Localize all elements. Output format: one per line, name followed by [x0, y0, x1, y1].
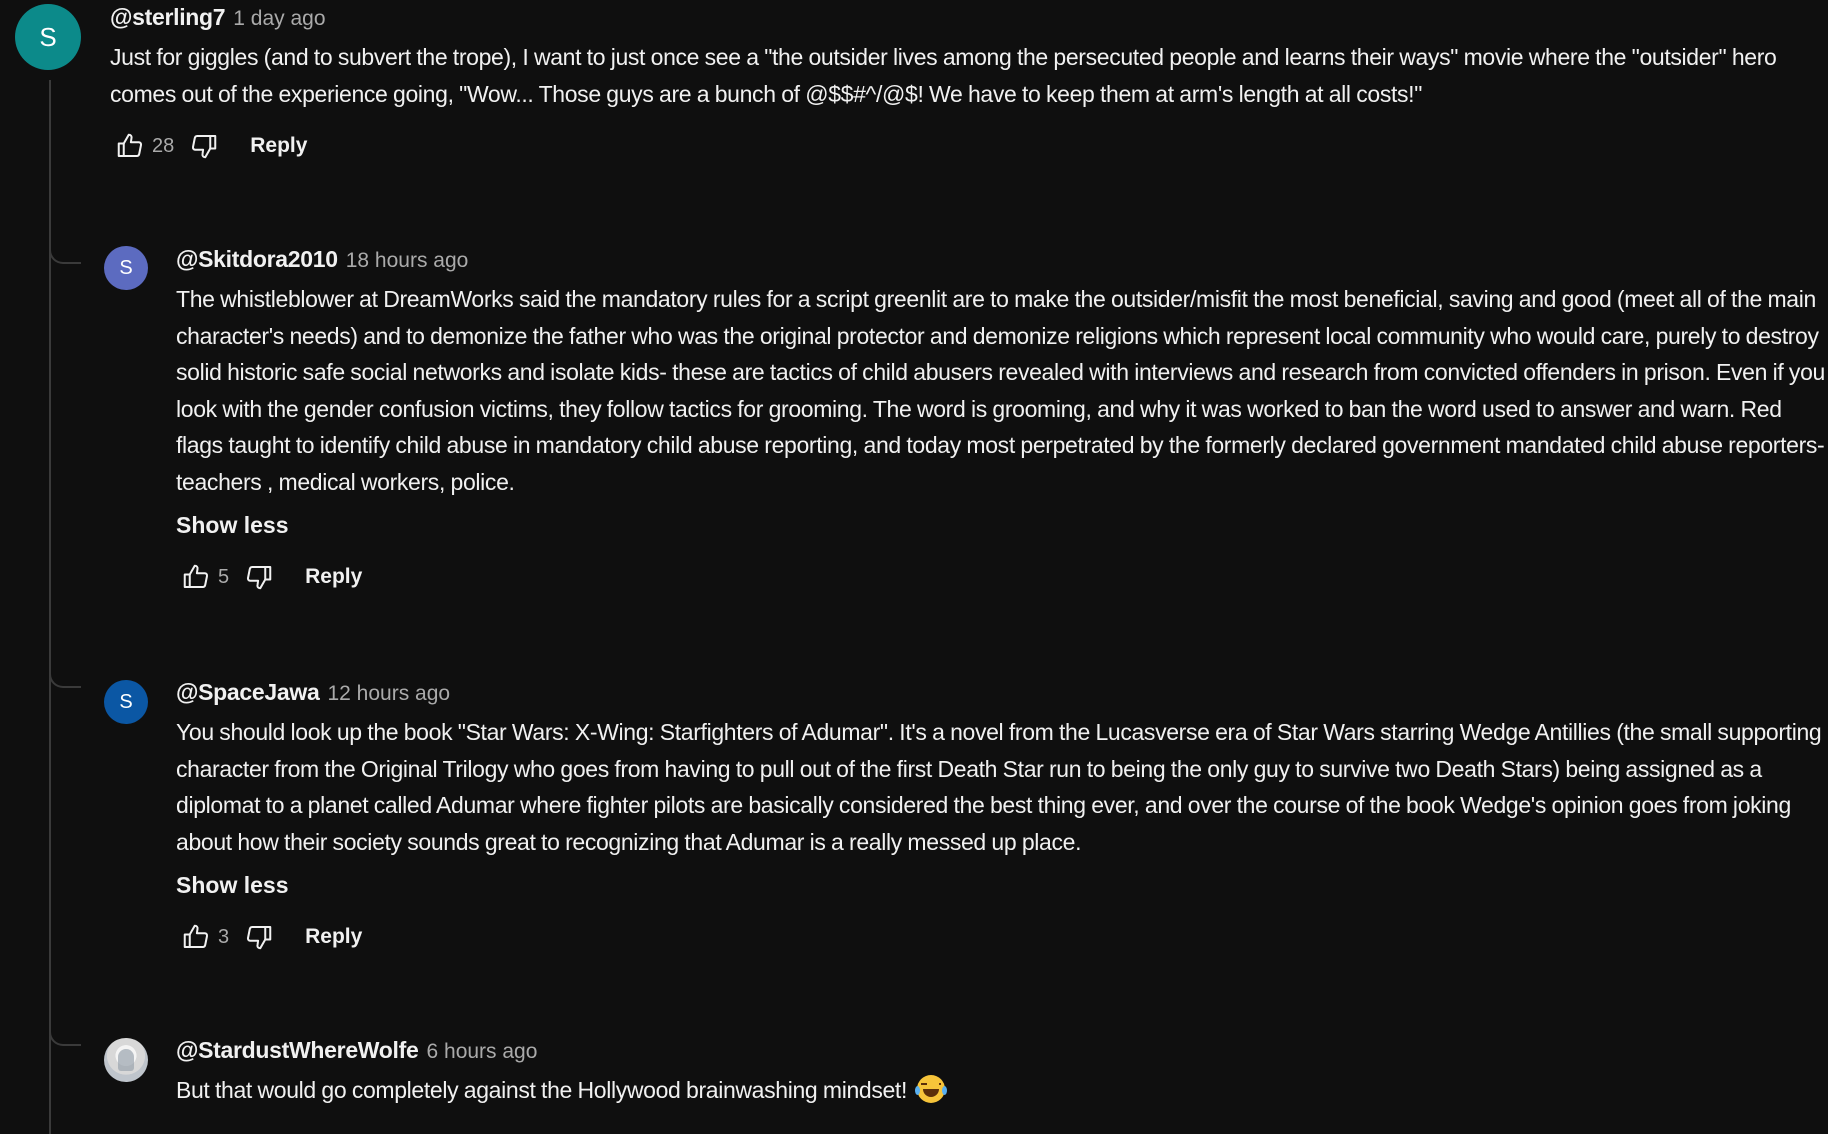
comment-time[interactable]: 18 hours ago — [346, 249, 469, 273]
like-button[interactable] — [176, 917, 216, 957]
author-name[interactable]: @SpaceJawa — [176, 679, 320, 706]
avatar-letter: S — [119, 690, 133, 713]
thumbs-down-icon — [192, 135, 217, 159]
dislike-button[interactable] — [239, 917, 279, 957]
comment-body: @Skitdora2010 18 hours ago The whistlebl… — [176, 246, 1826, 597]
author-name[interactable]: @Skitdora2010 — [176, 246, 338, 273]
comment-header: @StardustWhereWolfe 6 hours ago — [176, 1037, 1826, 1064]
reply-button[interactable]: Reply — [305, 925, 362, 949]
comment-text-content: But that would go completely against the… — [176, 1077, 908, 1103]
like-button[interactable] — [110, 126, 150, 166]
comment-time[interactable]: 12 hours ago — [327, 682, 450, 706]
thumbs-down-icon — [247, 926, 272, 950]
laughing-with-tears-emoji — [914, 1075, 947, 1103]
comment-text: You should look up the book "Star Wars: … — [176, 719, 1822, 855]
comment-time[interactable]: 1 day ago — [233, 7, 325, 31]
like-count: 28 — [152, 134, 175, 157]
author-name[interactable]: @StardustWhereWolfe — [176, 1037, 419, 1064]
like-count: 5 — [218, 565, 230, 588]
comment-time[interactable]: 6 hours ago — [427, 1040, 538, 1064]
avatar-letter: S — [39, 21, 57, 52]
comment-actions: 28 Reply — [110, 126, 1815, 166]
thread-branch — [49, 236, 81, 264]
comment-header: @sterling7 1 day ago — [110, 4, 1815, 31]
comment-body: @sterling7 1 day ago Just for giggles (a… — [110, 4, 1815, 166]
reply-button[interactable]: Reply — [250, 134, 307, 158]
thumbs-up-icon — [183, 564, 209, 588]
avatar-photo[interactable] — [104, 1038, 148, 1082]
comment-header: @SpaceJawa 12 hours ago — [176, 679, 1826, 706]
like-button[interactable] — [176, 557, 216, 597]
comment-body: @SpaceJawa 12 hours ago You should look … — [176, 679, 1826, 957]
comment-text: But that would go completely against the… — [176, 1072, 1826, 1109]
dislike-button[interactable] — [184, 126, 224, 166]
thread-branch — [49, 1018, 81, 1046]
comment-actions: 5 Reply — [176, 557, 1826, 597]
reply-button[interactable]: Reply — [305, 565, 362, 589]
author-name[interactable]: @sterling7 — [110, 4, 226, 31]
comment-text: Just for giggles (and to subvert the tro… — [110, 44, 1777, 107]
avatar[interactable]: S — [104, 680, 148, 724]
avatar[interactable]: S — [15, 4, 81, 70]
comment-thread: S @sterling7 1 day ago Just for giggles … — [0, 0, 1828, 1134]
avatar[interactable]: S — [104, 246, 148, 290]
show-less-button[interactable]: Show less — [176, 872, 288, 899]
comment-actions: 3 Reply — [176, 917, 1826, 957]
like-count: 3 — [218, 925, 230, 948]
thumbs-up-icon — [183, 924, 209, 948]
comment-text: The whistleblower at DreamWorks said the… — [176, 286, 1825, 495]
show-less-button[interactable]: Show less — [176, 512, 288, 539]
profile-photo — [118, 1049, 134, 1071]
avatar-letter: S — [119, 256, 133, 279]
comment-body: @StardustWhereWolfe 6 hours ago But that… — [176, 1037, 1826, 1109]
thumbs-down-icon — [247, 566, 272, 590]
thumbs-up-icon — [117, 133, 143, 157]
thread-branch — [49, 660, 81, 688]
comment-header: @Skitdora2010 18 hours ago — [176, 246, 1826, 273]
dislike-button[interactable] — [239, 557, 279, 597]
